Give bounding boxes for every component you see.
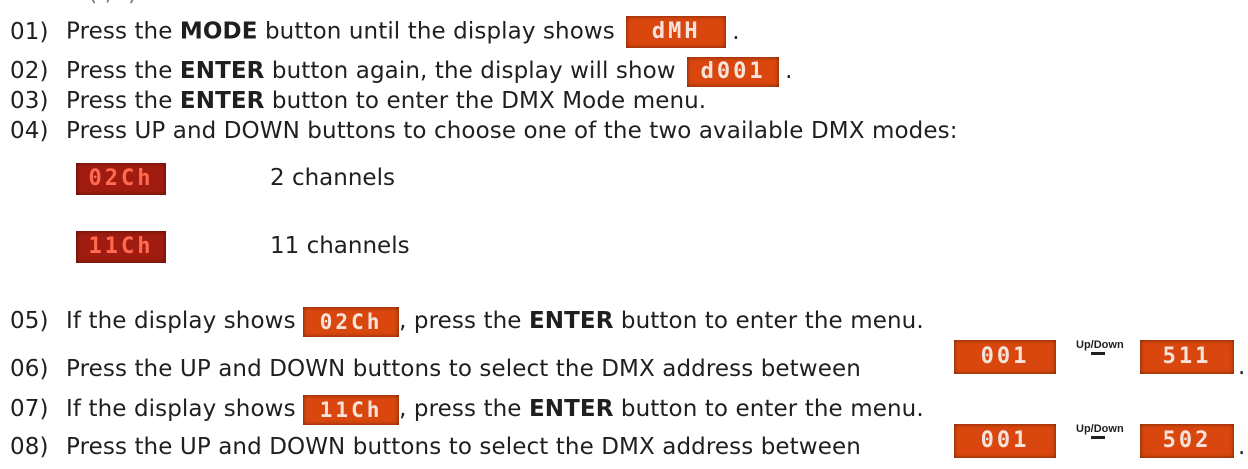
step-number: 08): [10, 434, 49, 460]
step-number: 06): [10, 356, 49, 382]
updown-indicator: Up/Down: [1076, 423, 1124, 439]
step-number: 01): [10, 18, 49, 45]
mode-label-2-channels: 2 channels: [270, 165, 395, 191]
lcd-display: 11Ch: [303, 394, 400, 425]
step-01: 01) Press the MODE button until the displ…: [10, 16, 740, 48]
step-number: 03): [10, 88, 49, 114]
step-06: 06) Press the UP and DOWN buttons to sele…: [10, 356, 861, 382]
step-number: 02): [10, 58, 49, 84]
lcd-display-from: 001: [954, 340, 1056, 374]
step-number: 04): [10, 118, 49, 144]
mode-label-11-channels: 11 channels: [270, 233, 410, 259]
step-06-period: .: [1238, 354, 1246, 380]
updown-indicator: Up/Down: [1076, 339, 1124, 355]
step-04: 04) Press UP and DOWN buttons to choose o…: [10, 118, 958, 144]
lcd-display-11ch: 11Ch: [76, 231, 166, 263]
step-number: 05): [10, 308, 49, 334]
lcd-display: 02Ch: [303, 306, 400, 337]
step-number: 07): [10, 396, 49, 422]
step-05: 05) If the display shows 02Ch, press the …: [10, 306, 924, 337]
top-fragment: ...(., -): [66, 0, 137, 8]
step-08: 08) Press the UP and DOWN buttons to sele…: [10, 434, 861, 460]
step-07: 07) If the display shows 11Ch, press the …: [10, 394, 924, 425]
step-03: 03) Press the ENTER button to enter the D…: [10, 88, 707, 114]
lcd-display: d001: [687, 56, 780, 87]
lcd-display-to: 502: [1140, 424, 1234, 458]
lcd-display-02ch: 02Ch: [76, 163, 166, 195]
step-02: 02) Press the ENTER button again, the dis…: [10, 56, 793, 87]
lcd-display-to: 511: [1140, 340, 1234, 374]
step-08-period: .: [1238, 434, 1246, 460]
lcd-display-from: 001: [954, 424, 1056, 458]
lcd-display: dMH: [626, 16, 727, 48]
